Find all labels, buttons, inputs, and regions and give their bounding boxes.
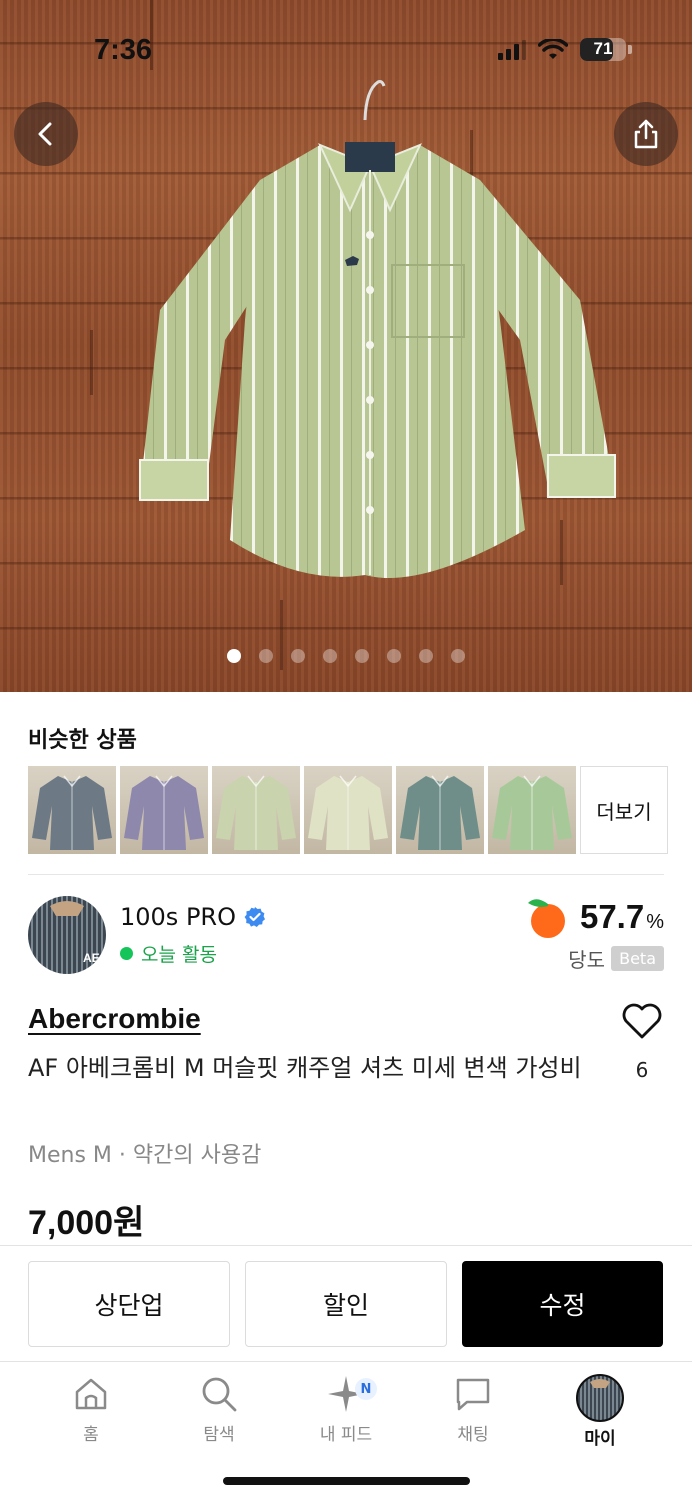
avatar-image: AE	[50, 901, 100, 965]
bump-button[interactable]: 상단업	[28, 1261, 230, 1347]
search-icon	[202, 1377, 237, 1412]
tab-feed[interactable]: N 내 피드	[291, 1374, 401, 1445]
tab-label: 채팅	[457, 1425, 489, 1445]
thumb-shirt-image	[216, 775, 296, 850]
similar-item-6[interactable]	[488, 766, 576, 854]
chat-icon	[456, 1378, 490, 1411]
seller-activity: 오늘 활동	[120, 940, 217, 967]
similar-products-title: 비슷한 상품	[28, 728, 137, 753]
discount-button[interactable]: 할인	[245, 1261, 447, 1347]
seller-name[interactable]: 100s PRO	[120, 903, 266, 931]
back-button[interactable]	[14, 102, 78, 166]
tab-label: 마이	[584, 1429, 616, 1449]
product-title: AF 아베크롬비 M 머슬핏 캐주얼 셔츠 미세 변색 가성비	[28, 1054, 582, 1082]
verified-badge-icon	[244, 907, 265, 927]
seller-avatar[interactable]: AE	[28, 896, 106, 974]
similar-item-2[interactable]	[120, 766, 208, 854]
shirt-photo	[139, 80, 616, 578]
avatar	[576, 1374, 624, 1422]
divider	[28, 874, 664, 875]
status-time: 7:36	[94, 34, 153, 66]
share-icon	[634, 119, 658, 149]
svg-text:AE: AE	[83, 951, 100, 965]
share-button[interactable]	[614, 102, 678, 166]
battery-tip	[628, 45, 632, 54]
brand-link[interactable]: Abercrombie	[28, 1003, 201, 1035]
dangdo-label: 당도	[568, 948, 606, 972]
battery-level: 71	[593, 39, 613, 58]
signal-icon	[498, 39, 526, 60]
carousel-dot[interactable]	[451, 649, 465, 663]
carousel-dot[interactable]	[387, 649, 401, 663]
thumb-shirt-image	[308, 775, 388, 850]
status-bar: 7:36 71	[0, 0, 692, 100]
carousel-dot[interactable]	[259, 649, 273, 663]
edit-button[interactable]: 수정	[462, 1261, 663, 1347]
similar-item-4[interactable]	[304, 766, 392, 854]
dangdo-value: 57.7%	[579, 898, 664, 935]
new-badge: N	[355, 1378, 377, 1400]
wifi-icon	[538, 38, 568, 59]
product-meta: Mens M · 약간의 사용감	[28, 1143, 262, 1168]
similar-item-1[interactable]	[28, 766, 116, 854]
home-icon	[75, 1378, 107, 1410]
thumb-shirt-image	[124, 775, 204, 850]
similar-products-list: 더보기	[28, 766, 668, 854]
thumb-shirt-image	[32, 775, 112, 850]
carousel-dot[interactable]	[323, 649, 337, 663]
heart-icon	[622, 1003, 662, 1039]
status-icons: 71	[498, 38, 632, 61]
activity-text: 오늘 활동	[141, 944, 217, 966]
carousel-indicator	[0, 649, 692, 663]
tab-label: 탐색	[203, 1425, 235, 1445]
tab-my[interactable]: 마이	[545, 1374, 655, 1449]
home-indicator	[223, 1477, 470, 1485]
dangdo-score[interactable]: 57.7%	[524, 895, 664, 939]
action-bar: 상단업 할인 수정	[0, 1245, 692, 1361]
carousel-dot[interactable]	[419, 649, 433, 663]
chevron-left-icon	[38, 122, 52, 146]
tab-home[interactable]: 홈	[36, 1374, 146, 1445]
battery-icon: 71	[580, 38, 626, 61]
similar-item-5[interactable]	[396, 766, 484, 854]
similar-item-3[interactable]	[212, 766, 300, 854]
tab-label: 내 피드	[319, 1425, 373, 1445]
product-price: 7,000원	[28, 1204, 145, 1242]
carousel-dot[interactable]	[291, 649, 305, 663]
tab-explore[interactable]: 탐색	[164, 1374, 274, 1445]
online-dot	[120, 947, 133, 960]
tab-chat[interactable]: 채팅	[418, 1374, 528, 1445]
beta-badge: Beta	[611, 946, 664, 971]
seller-name-text: 100s PRO	[120, 903, 236, 931]
dangdo-label-row: 당도 Beta	[568, 944, 664, 973]
orange-icon	[527, 899, 565, 938]
carousel-dot[interactable]	[355, 649, 369, 663]
like-count: 6	[635, 1058, 649, 1082]
like-button[interactable]: 6	[620, 1002, 664, 1082]
carousel-dot[interactable]	[227, 649, 241, 663]
product-image-carousel[interactable]: 7:36 71	[0, 0, 692, 692]
tab-label: 홈	[83, 1425, 99, 1445]
see-more-button[interactable]: 더보기	[580, 766, 668, 854]
thumb-shirt-image	[492, 775, 572, 850]
avatar-image	[590, 1379, 610, 1388]
thumb-shirt-image	[400, 775, 480, 850]
wood-seam	[90, 330, 93, 395]
